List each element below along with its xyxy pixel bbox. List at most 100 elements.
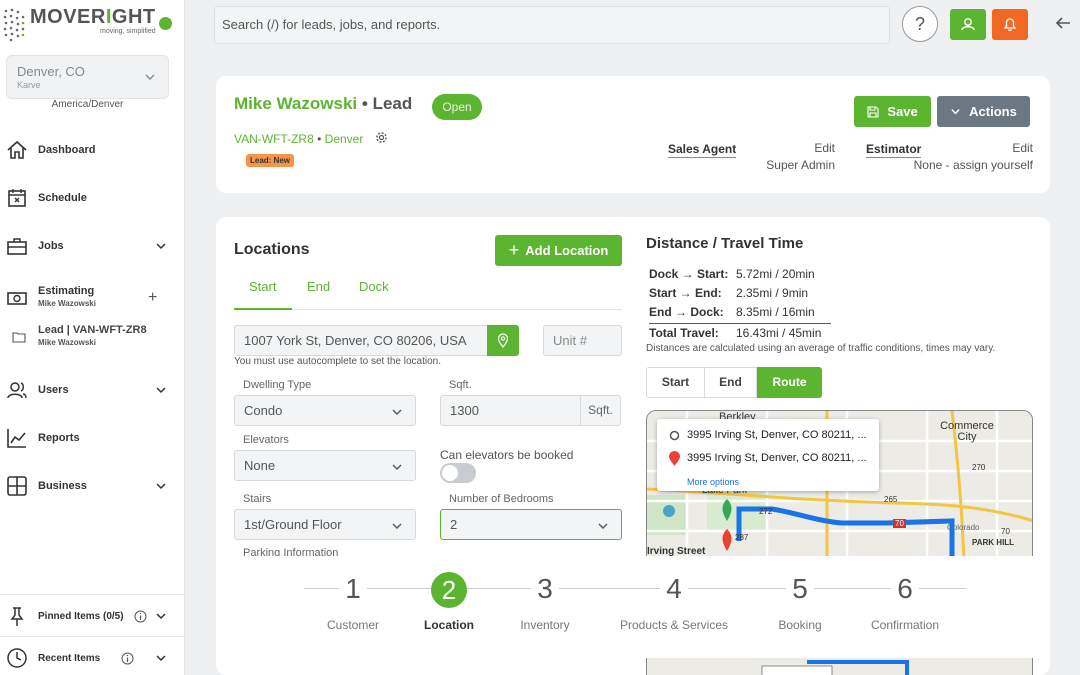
chevron-down-icon bbox=[156, 483, 166, 490]
pinned-items[interactable]: Pinned Items (0/5) bbox=[0, 601, 185, 631]
sidebar-item-estimating[interactable]: Estimating Mike Wazowski + bbox=[0, 283, 185, 313]
sidebar-item-business[interactable]: Business bbox=[0, 471, 185, 501]
segment-route[interactable]: Route bbox=[757, 367, 822, 398]
segment-end[interactable]: End bbox=[704, 367, 757, 398]
sqft-input[interactable]: 1300 bbox=[440, 395, 581, 426]
chevron-down-icon bbox=[156, 613, 166, 620]
autocomplete-hint: You must use autocomplete to set the loc… bbox=[234, 356, 441, 367]
recent-items[interactable]: Recent Items bbox=[0, 643, 185, 673]
step-number: 1 bbox=[339, 572, 367, 606]
elevators-booked-label: Can elevators be booked bbox=[440, 448, 574, 462]
sidebar-item-label: Dashboard bbox=[38, 144, 96, 156]
map-label: 287 bbox=[735, 533, 749, 542]
sidebar-item-dashboard[interactable]: Dashboard bbox=[0, 135, 185, 165]
elevators-select[interactable]: None bbox=[234, 450, 416, 481]
chart-icon bbox=[7, 429, 26, 448]
chevron-down-icon bbox=[392, 409, 402, 415]
segment-start[interactable]: Start bbox=[646, 367, 705, 398]
sales-agent-block: Sales Agent Edit Super Admin bbox=[668, 140, 835, 172]
estimator-edit-link[interactable]: Edit bbox=[1012, 141, 1033, 155]
map-pin-icon bbox=[497, 333, 509, 349]
distance-note: Distances are calculated using an averag… bbox=[646, 343, 996, 354]
sidebar-item-label: Jobs bbox=[38, 240, 64, 252]
route-map-bottom bbox=[646, 658, 1033, 675]
lead-header: Mike Wazowski • Lead Open VAN-WFT-ZR8 • … bbox=[216, 76, 1050, 193]
stairs-select[interactable]: 1st/Ground Floor bbox=[234, 509, 416, 540]
origin-circle-icon bbox=[669, 430, 680, 441]
sidebar-item-schedule[interactable]: Schedule bbox=[0, 183, 185, 213]
sidebar-item-reports[interactable]: Reports bbox=[0, 423, 185, 453]
timezone-label: America/Denver bbox=[51, 99, 124, 110]
tab-start[interactable]: Start bbox=[249, 279, 276, 294]
map-label: 265 bbox=[884, 495, 898, 504]
step-number: 4 bbox=[660, 572, 688, 606]
brand-logo[interactable]: MOVERIGHT moving, simplified bbox=[2, 6, 156, 42]
info-icon[interactable] bbox=[121, 652, 134, 665]
address-input[interactable]: 1007 York St, Denver, CO 80206, USA bbox=[234, 325, 488, 356]
estimator-value[interactable]: None - assign yourself bbox=[914, 158, 1033, 172]
chevron-down-icon bbox=[156, 387, 166, 394]
chevron-down-icon bbox=[156, 243, 166, 250]
pin-icon bbox=[10, 607, 24, 626]
map-label: Colorado bbox=[947, 523, 980, 532]
sidebar-item-label: Business bbox=[38, 480, 87, 492]
divider bbox=[0, 636, 185, 637]
search-input[interactable]: Search (/) for leads, jobs, and reports. bbox=[214, 6, 890, 44]
location-selector[interactable]: Denver, CO Karve bbox=[6, 55, 169, 99]
location-company: Karve bbox=[17, 80, 41, 90]
estimator-block: Estimator Edit None - assign yourself bbox=[866, 140, 1033, 172]
unit-input[interactable]: Unit # bbox=[543, 325, 622, 356]
step-number: 2 bbox=[431, 572, 467, 608]
sidebar-item-lead[interactable]: Lead | VAN-WFT-ZR8 Mike Wazowski bbox=[0, 322, 185, 352]
bedrooms-select[interactable]: 2 bbox=[440, 509, 622, 540]
chevron-down-icon bbox=[392, 464, 402, 470]
step-number: 6 bbox=[891, 572, 919, 606]
folder-icon bbox=[12, 332, 26, 343]
map-route-line bbox=[761, 660, 909, 675]
step-number: 5 bbox=[786, 572, 814, 606]
info-icon[interactable] bbox=[134, 610, 147, 623]
user-button[interactable] bbox=[950, 9, 986, 40]
step-products-services[interactable]: 4 Products & Services bbox=[604, 572, 744, 632]
step-confirmation[interactable]: 6 Confirmation bbox=[835, 572, 975, 632]
actions-button[interactable]: Actions bbox=[937, 96, 1030, 127]
map-label: 270 bbox=[972, 463, 986, 472]
sidebar-item-jobs[interactable]: Jobs bbox=[0, 231, 185, 261]
divider bbox=[0, 594, 185, 595]
sidebar-item-users[interactable]: Users bbox=[0, 375, 185, 405]
help-button[interactable]: ? bbox=[902, 6, 938, 42]
map-label: 70 bbox=[893, 519, 906, 528]
add-location-button[interactable]: + Add Location bbox=[495, 235, 622, 266]
status-badge: Open bbox=[432, 94, 482, 120]
tab-dock[interactable]: Dock bbox=[359, 279, 389, 294]
map-label: 70 bbox=[1001, 527, 1010, 536]
tab-end[interactable]: End bbox=[307, 279, 330, 294]
bell-icon bbox=[1003, 18, 1017, 32]
sidebar-item-sub: Mike Wazowski bbox=[38, 338, 96, 347]
map-label: 272 bbox=[759, 507, 773, 516]
lead-stepper: 1 Customer 2 Location 3 Inventory 4 Prod… bbox=[216, 556, 1050, 658]
destination-pin-icon bbox=[669, 451, 680, 466]
home-icon bbox=[7, 140, 27, 159]
sales-agent-edit-link[interactable]: Edit bbox=[814, 141, 835, 155]
arrow-left-icon[interactable] bbox=[1054, 14, 1072, 32]
chevron-down-icon bbox=[156, 655, 166, 662]
locate-button[interactable] bbox=[487, 325, 519, 356]
step-inventory[interactable]: 3 Inventory bbox=[475, 572, 615, 632]
notifications-button[interactable] bbox=[992, 9, 1028, 40]
money-icon bbox=[7, 292, 27, 305]
recent-items-label: Recent Items bbox=[38, 652, 101, 664]
users-icon bbox=[7, 382, 27, 399]
elevators-booked-toggle[interactable] bbox=[440, 463, 476, 483]
save-button[interactable]: Save bbox=[854, 96, 931, 127]
add-location-label: Add Location bbox=[525, 243, 609, 258]
tab-active-indicator bbox=[234, 308, 292, 310]
brand-tagline: moving, simplified bbox=[99, 28, 156, 35]
logo-dots-icon bbox=[3, 8, 25, 42]
dwelling-type-select[interactable]: Condo bbox=[234, 395, 416, 426]
sqft-suffix: Sqft. bbox=[580, 395, 621, 426]
sales-agent-title: Sales Agent bbox=[668, 142, 737, 158]
gear-icon[interactable] bbox=[375, 131, 388, 144]
add-estimate-button[interactable]: + bbox=[148, 289, 157, 307]
more-options-link[interactable]: More options bbox=[687, 477, 739, 487]
